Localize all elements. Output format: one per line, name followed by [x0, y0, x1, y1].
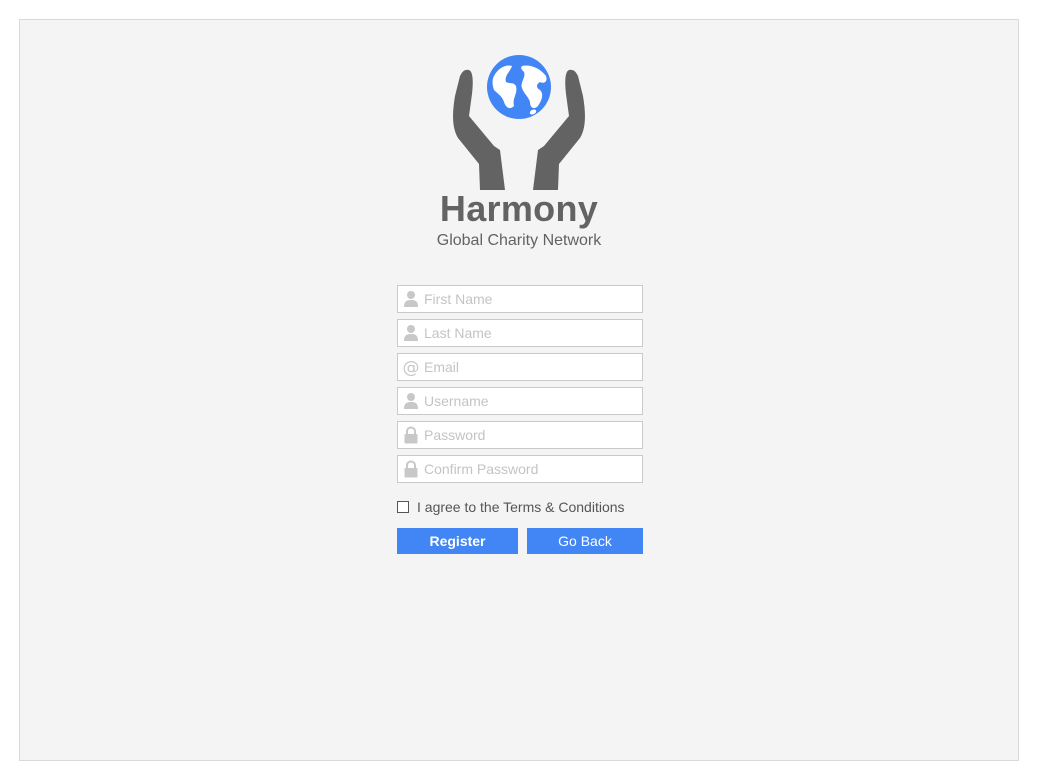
confirm-password-field: [397, 455, 643, 483]
username-field: [397, 387, 643, 415]
user-icon: [404, 325, 418, 341]
brand-subtitle: Global Charity Network: [436, 232, 602, 249]
go-back-button[interactable]: Go Back: [527, 528, 643, 554]
terms-checkbox[interactable]: [397, 501, 409, 513]
registration-form: @: [397, 285, 643, 489]
register-button[interactable]: Register: [397, 528, 518, 554]
first-name-input[interactable]: [424, 286, 636, 312]
last-name-field: [397, 319, 643, 347]
email-input[interactable]: [424, 354, 636, 380]
lock-icon: [404, 426, 418, 444]
email-field: @: [397, 353, 643, 381]
at-sign-icon: @: [403, 358, 419, 376]
password-input[interactable]: [424, 422, 636, 448]
terms-agreement: I agree to the Terms & Conditions: [397, 497, 625, 517]
brand-title: Harmony: [439, 188, 599, 229]
terms-label[interactable]: I agree to the Terms & Conditions: [417, 499, 625, 515]
user-icon: [404, 291, 418, 307]
first-name-field: [397, 285, 643, 313]
user-icon: [404, 393, 418, 409]
svg-text:@: @: [403, 358, 419, 376]
username-input[interactable]: [424, 388, 636, 414]
last-name-input[interactable]: [424, 320, 636, 346]
password-field: [397, 421, 643, 449]
confirm-password-input[interactable]: [424, 456, 636, 482]
lock-icon: [404, 460, 418, 478]
hands-holding-globe-icon: [453, 55, 585, 190]
